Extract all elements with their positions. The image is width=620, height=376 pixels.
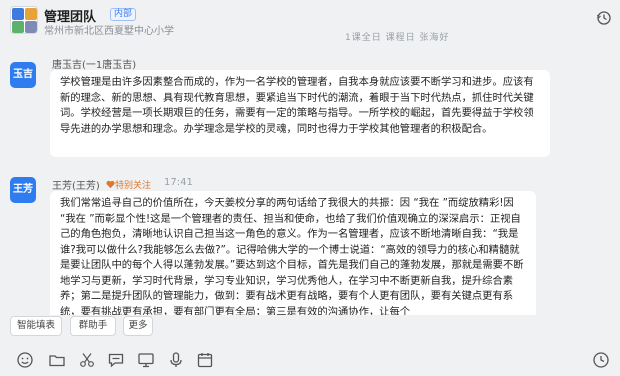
- more-button[interactable]: 更多: [123, 316, 153, 336]
- special-follow-badge: 特别关注: [106, 178, 151, 191]
- mic-icon[interactable]: [167, 351, 185, 369]
- heart-icon: [106, 180, 115, 189]
- group-assistant-button[interactable]: 群助手: [70, 316, 116, 336]
- message-bubble[interactable]: 学校管理是由许多因素整合而成的，作为一名学校的管理者，自我本身就应该要不断学习和…: [50, 70, 550, 157]
- message-sender[interactable]: 王芳(王芳): [52, 177, 100, 192]
- scissors-icon[interactable]: [78, 351, 96, 369]
- message-sender[interactable]: 唐玉吉(一1唐玉吉): [52, 56, 136, 71]
- emoji-icon[interactable]: [16, 351, 34, 369]
- history-clock-icon[interactable]: [592, 351, 610, 369]
- internal-tag: 内部: [110, 8, 137, 21]
- quick-action-bar: 智能填表 群助手 更多: [0, 316, 620, 338]
- screen-share-icon[interactable]: [137, 351, 155, 369]
- calendar-icon[interactable]: [196, 351, 214, 369]
- badge-label: 特别关注: [115, 181, 152, 191]
- chat-record-icon[interactable]: [107, 351, 125, 369]
- avatar[interactable]: 玉吉: [10, 62, 36, 88]
- previous-message-snippet: 1课全日 课程日 张海好: [345, 33, 450, 43]
- chat-header: 管理团队 内部 常州市新北区西夏墅中心小学: [0, 0, 620, 38]
- avatar[interactable]: 王芳: [10, 177, 36, 203]
- message-bubble[interactable]: 我们常常追寻自己的价值所在，今天姜校分享的两句话给了我很大的共振：因 “我在 ”…: [50, 191, 536, 315]
- history-icon[interactable]: [596, 10, 612, 26]
- input-toolbar: [0, 343, 620, 376]
- group-subtitle: 常州市新北区西夏墅中心小学: [44, 26, 174, 37]
- group-avatar[interactable]: [10, 6, 38, 34]
- smart-form-button[interactable]: 智能填表: [10, 316, 62, 336]
- folder-icon[interactable]: [48, 351, 66, 369]
- message-time: 17:41: [164, 177, 193, 188]
